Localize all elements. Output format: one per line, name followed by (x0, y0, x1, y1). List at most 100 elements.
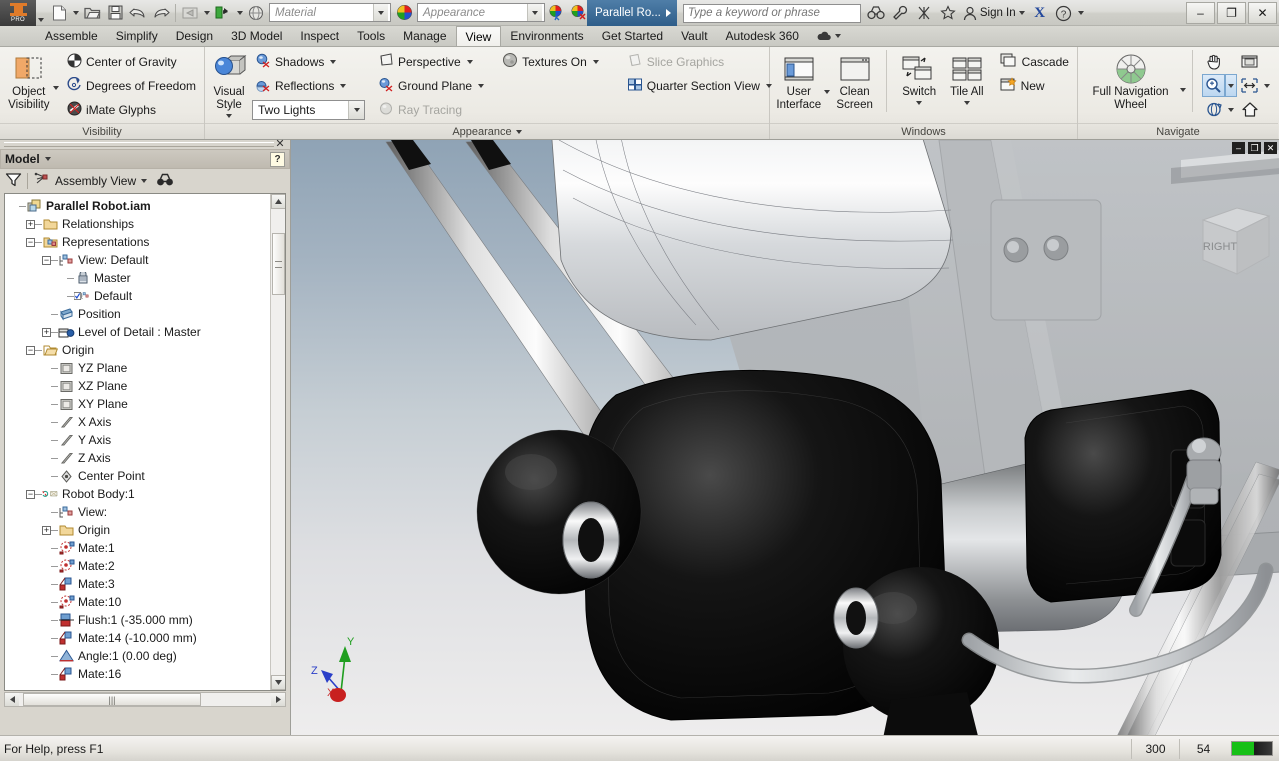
tree-node[interactable]: Master (8, 269, 285, 287)
new-window-button[interactable]: New (997, 74, 1072, 97)
clean-screen-button[interactable]: Clean Screen (831, 50, 879, 112)
orbit-tool-caret-icon[interactable] (1225, 98, 1237, 121)
update-caret-icon[interactable] (235, 2, 244, 24)
look-at-tool-button[interactable] (1238, 50, 1261, 73)
tree-node[interactable]: Default (8, 287, 285, 305)
document-tab-arrow-icon[interactable] (665, 9, 671, 17)
switch-windows-button[interactable]: Switch (895, 50, 943, 105)
tab-manage[interactable]: Manage (394, 26, 455, 46)
browser-title-caret-icon[interactable] (44, 157, 51, 161)
lighting-style-caret-icon[interactable] (348, 101, 364, 119)
clear-appearance-icon[interactable] (567, 2, 589, 24)
assembly-view-caret-icon[interactable] (141, 179, 148, 183)
return-caret-icon[interactable] (202, 2, 211, 24)
full-navigation-wheel-button[interactable]: Full Navigation Wheel (1083, 50, 1178, 112)
zoom-extents-tool-button[interactable] (1238, 74, 1261, 97)
save-disk-icon[interactable] (104, 2, 126, 24)
application-menu-caret-icon[interactable] (36, 0, 46, 26)
panel-appearance-caret-icon[interactable] (515, 129, 522, 134)
zoom-extents-caret-icon[interactable] (1261, 74, 1273, 97)
subscription-icon[interactable] (913, 2, 935, 24)
maximize-button[interactable]: ❐ (1217, 2, 1246, 24)
scroll-right-icon[interactable] (271, 693, 285, 706)
browser-close-icon[interactable]: ✕ (274, 139, 286, 150)
tree-node[interactable]: Center Point (8, 467, 285, 485)
appearance-caret-icon[interactable] (527, 4, 542, 21)
help-question-icon[interactable]: ? (1053, 2, 1075, 24)
orbit-tool-button[interactable] (1202, 98, 1225, 121)
tree-node[interactable]: View: (8, 503, 285, 521)
material-caret-icon[interactable] (373, 4, 388, 21)
document-minimize-button[interactable]: – (1232, 142, 1245, 154)
visual-style-caret-icon[interactable] (226, 114, 232, 118)
scroll-down-icon[interactable] (270, 675, 285, 690)
perspective-button[interactable]: Perspective (375, 50, 487, 73)
tree-node[interactable]: YZ Plane (8, 359, 285, 377)
browser-drag-handle[interactable]: ✕ (0, 139, 290, 150)
tree-expander-plus[interactable]: + (26, 219, 35, 229)
adjust-appearance-icon[interactable] (545, 2, 567, 24)
tree-node[interactable]: XZ Plane (8, 377, 285, 395)
search-binoculars-icon[interactable] (865, 2, 887, 24)
tab-get-started[interactable]: Get Started (593, 26, 672, 46)
tab-simplify[interactable]: Simplify (107, 26, 167, 46)
tab-environments[interactable]: Environments (501, 26, 592, 46)
zoom-tool-button[interactable] (1202, 74, 1225, 97)
redo-arrow-icon[interactable] (150, 2, 172, 24)
imate-glyphs-button[interactable]: iMate Glyphs (64, 98, 199, 121)
pan-tool-button[interactable] (1202, 50, 1225, 73)
document-restore-button[interactable]: ❐ (1248, 142, 1261, 154)
filter-funnel-icon[interactable] (5, 172, 22, 190)
binoculars-icon[interactable] (156, 173, 174, 190)
tab-design[interactable]: Design (167, 26, 222, 46)
select-sphere-icon[interactable] (245, 2, 267, 24)
tree-node[interactable]: + Level of Detail : Master (8, 323, 285, 341)
home-view-tool-button[interactable] (1238, 98, 1261, 121)
reflections-button[interactable]: Reflections (252, 74, 365, 97)
ray-tracing-button[interactable]: Ray Tracing (375, 98, 487, 121)
hscroll-thumb[interactable]: ||| (23, 693, 201, 706)
tab-view[interactable]: View (455, 26, 502, 46)
tree-node[interactable]: Mate:16 (8, 665, 285, 683)
tile-all-button[interactable]: Tile All (943, 50, 991, 105)
tree-node[interactable]: − Robot Body:1 (8, 485, 285, 503)
model-tree-vertical-scrollbar[interactable] (270, 194, 285, 690)
cascade-button[interactable]: Cascade (997, 50, 1072, 73)
help-wrench-icon[interactable] (889, 2, 911, 24)
minimize-button[interactable]: – (1186, 2, 1215, 24)
tree-node[interactable]: X Axis (8, 413, 285, 431)
lighting-style-selector[interactable]: Two Lights (252, 100, 365, 120)
perspective-caret-icon[interactable] (466, 59, 473, 64)
navigation-wheel-caret-icon[interactable] (1178, 50, 1187, 108)
model-tree[interactable]: Parallel Robot.iam + Relationships − Represe… (4, 193, 286, 691)
ground-plane-button[interactable]: Ground Plane (375, 74, 487, 97)
tree-expander-minus[interactable]: − (26, 237, 35, 247)
document-close-button[interactable]: ✕ (1264, 142, 1277, 154)
switch-caret-icon[interactable] (916, 101, 923, 105)
shadows-caret-icon[interactable] (330, 59, 337, 64)
appearance-selector[interactable]: Appearance (417, 3, 545, 22)
document-tab[interactable]: Parallel Ro... (587, 0, 677, 26)
tree-node[interactable]: Mate:2 (8, 557, 285, 575)
textures-button[interactable]: Textures On (499, 50, 602, 73)
tree-node[interactable]: Angle:1 (0.00 deg) (8, 647, 285, 665)
return-icon[interactable] (179, 2, 201, 24)
tab-autodesk-360[interactable]: Autodesk 360 (717, 26, 808, 46)
tile-all-caret-icon[interactable] (963, 101, 970, 105)
scroll-up-icon[interactable] (270, 194, 285, 209)
search-input[interactable] (682, 3, 861, 23)
tree-expander-minus[interactable]: − (26, 489, 35, 499)
material-selector[interactable]: Material (269, 3, 391, 22)
scroll-left-icon[interactable] (5, 693, 19, 706)
graphics-viewport[interactable]: RIGHT Y Z X Copyrights to Eng. Rami Khal… (290, 140, 1279, 735)
scroll-thumb[interactable] (271, 233, 285, 295)
tree-node[interactable]: Parallel Robot.iam (8, 197, 285, 215)
model-tree-horizontal-scrollbar[interactable]: ||| (4, 692, 286, 707)
object-visibility-button[interactable]: Object Visibility (5, 50, 53, 112)
tree-node[interactable]: − Origin (8, 341, 285, 359)
new-file-icon[interactable] (48, 2, 70, 24)
quarter-section-view-button[interactable]: Quarter Section View (624, 74, 775, 97)
new-file-caret-icon[interactable] (71, 2, 80, 24)
tab-assemble[interactable]: Assemble (36, 26, 107, 46)
ribbon-cloud-status[interactable] (816, 26, 841, 46)
